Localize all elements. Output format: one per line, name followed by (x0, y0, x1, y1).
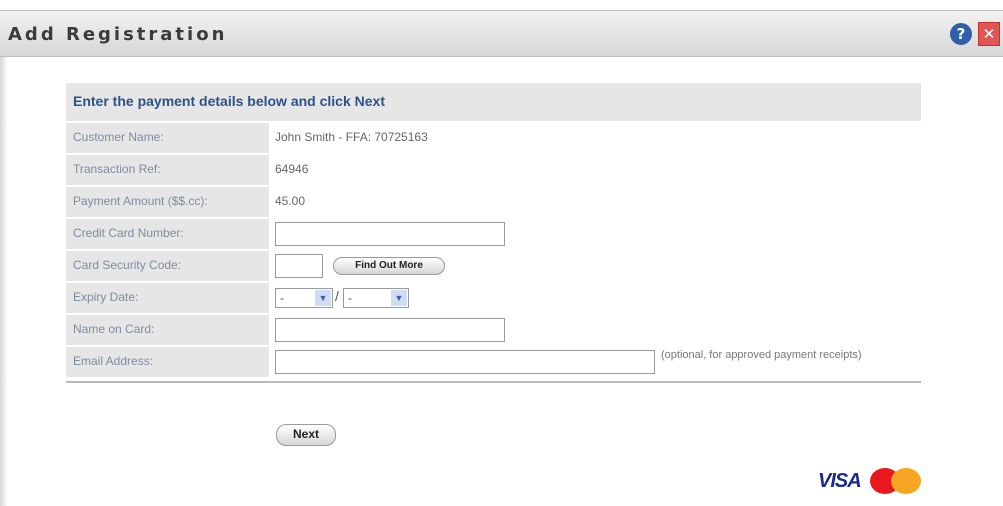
form-header: Enter the payment details below and clic… (66, 83, 921, 121)
help-icon[interactable]: ? (950, 23, 972, 45)
name-on-card-row: Name on Card: (66, 315, 921, 345)
expiry-year-select[interactable]: - ▼ (343, 288, 409, 308)
find-out-more-button[interactable]: Find Out More (333, 257, 445, 275)
chevron-down-icon: ▼ (391, 290, 407, 306)
email-label: Email Address: (66, 347, 269, 377)
mastercard-logo-overlap (891, 468, 921, 494)
expiry-separator: / (335, 288, 339, 304)
title-bar: Add Registration ? ✕ (0, 10, 1003, 57)
name-on-card-field-cell (269, 315, 921, 345)
security-code-label: Card Security Code: (66, 251, 269, 281)
credit-card-row: Credit Card Number: (66, 219, 921, 249)
security-code-row: Card Security Code: Find Out More (66, 251, 921, 281)
transaction-ref-label: Transaction Ref: (66, 155, 269, 185)
expiry-label: Expiry Date: (66, 283, 269, 313)
payment-amount-label: Payment Amount ($$.cc): (66, 187, 269, 217)
security-code-field-cell: Find Out More (269, 251, 921, 281)
expiry-field-cell: - ▼ / - ▼ (269, 283, 921, 313)
name-on-card-label: Name on Card: (66, 315, 269, 345)
expiry-row: Expiry Date: - ▼ / - ▼ (66, 283, 921, 313)
close-icon[interactable]: ✕ (978, 22, 1000, 46)
window-title: Add Registration (8, 24, 228, 45)
security-code-input[interactable] (275, 254, 323, 278)
email-row: Email Address: (optional, for approved p… (66, 347, 921, 377)
transaction-ref-row: Transaction Ref: 64946 (66, 155, 921, 185)
customer-name-row: Customer Name: John Smith - FFA: 7072516… (66, 123, 921, 153)
payment-logos: VISA (818, 465, 928, 497)
credit-card-number-input[interactable] (275, 222, 505, 246)
payment-amount-value: 45.00 (269, 187, 921, 217)
name-on-card-input[interactable] (275, 318, 505, 342)
expiry-month-select[interactable]: - ▼ (275, 288, 333, 308)
expiry-month-value: - (280, 291, 284, 305)
transaction-ref-value: 64946 (269, 155, 921, 185)
customer-name-label: Customer Name: (66, 123, 269, 153)
left-border (0, 57, 8, 506)
expiry-year-value: - (348, 291, 352, 305)
payment-form: Enter the payment details below and clic… (66, 83, 921, 383)
form-divider (66, 381, 921, 383)
credit-card-label: Credit Card Number: (66, 219, 269, 249)
form-header-text: Enter the payment details below and clic… (73, 93, 385, 109)
email-hint: (optional, for approved payment receipts… (661, 349, 862, 361)
email-field-cell: (optional, for approved payment receipts… (269, 347, 921, 377)
credit-card-field-cell (269, 219, 921, 249)
payment-amount-row: Payment Amount ($$.cc): 45.00 (66, 187, 921, 217)
customer-name-value: John Smith - FFA: 70725163 (269, 123, 921, 153)
chevron-down-icon: ▼ (315, 290, 331, 306)
email-address-input[interactable] (275, 350, 655, 374)
visa-logo: VISA (818, 470, 862, 492)
next-button[interactable]: Next (276, 424, 336, 446)
